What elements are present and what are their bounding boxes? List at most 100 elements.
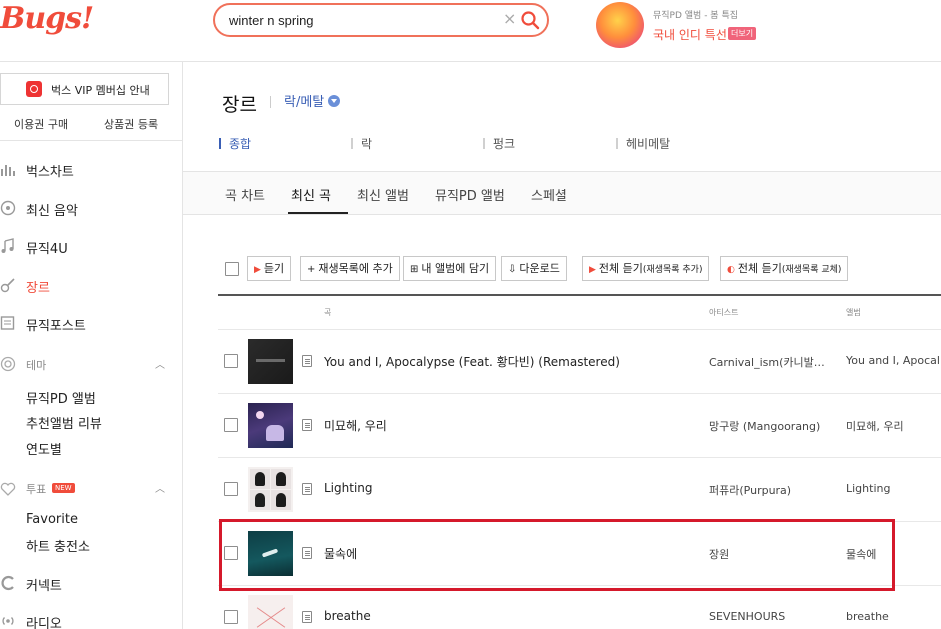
track-album[interactable]: Lighting (846, 482, 890, 495)
search-icon[interactable] (520, 10, 540, 30)
divider (0, 140, 183, 141)
column-album: 앨범 (846, 308, 861, 317)
bugs-logo[interactable]: Bugs! (0, 1, 94, 36)
album-thumbnail[interactable] (248, 467, 293, 512)
promo-subtitle: 뮤직PD 앨범 - 봄 특집 (653, 11, 739, 21)
chevron-down-icon[interactable] (328, 95, 341, 107)
download-button[interactable]: ⇩ 다운로드 (501, 256, 567, 281)
column-artist: 아티스트 (709, 308, 739, 317)
disc-icon (0, 200, 16, 216)
add-to-my-album-button[interactable]: ⊞ 내 앨범에 담기 (403, 256, 497, 281)
select-all-checkbox[interactable] (225, 262, 239, 276)
track-album[interactable]: You and I, Apocal… (846, 354, 941, 367)
table-row[interactable]: 미묘해, 우리 망구랑 (Mangoorang) 미묘해, 우리 (218, 394, 941, 458)
buy-ticket-link[interactable]: 이용권 구매 (14, 116, 68, 132)
vote-item-heart-charge[interactable]: 하트 충전소 (26, 536, 90, 555)
row-checkbox[interactable] (224, 354, 238, 368)
track-artist[interactable]: SEVENHOURS (709, 610, 785, 623)
row-checkbox[interactable] (224, 482, 238, 496)
lyrics-icon[interactable] (302, 611, 312, 623)
theme-item-musicpd-album[interactable]: 뮤직PD 앨범 (26, 388, 96, 407)
subtab-punk[interactable]: 펑크 (493, 135, 515, 152)
table-row[interactable]: You and I, Apocalypse (Feat. 황다빈) (Remas… (218, 330, 941, 394)
sidebar-item-chart[interactable]: 벅스차트 (0, 158, 183, 182)
genre-selector-label: 락/메탈 (284, 95, 325, 110)
subtab-all[interactable]: 종합 (229, 135, 251, 152)
search-input[interactable] (229, 11, 499, 29)
play-icon: ▶ (589, 265, 596, 275)
subtab-rock[interactable]: 락 (361, 135, 372, 152)
sidebar-item-label: 벅스차트 (26, 165, 74, 180)
subtab-heavy-metal[interactable]: 헤비메탈 (626, 135, 670, 152)
row-checkbox[interactable] (224, 610, 238, 624)
collapse-chevron-icon[interactable]: ︿ (155, 356, 165, 371)
play-all-replace-button[interactable]: ◐ 전체 듣기(재생목록 교체) (720, 256, 849, 281)
tab-latest-songs[interactable]: 최신 곡 (291, 185, 331, 204)
sidebar-item-label: 뮤직4U (26, 242, 68, 257)
track-title[interactable]: Lighting (324, 481, 373, 495)
lyrics-icon[interactable] (302, 355, 312, 367)
album-thumbnail[interactable] (248, 403, 293, 448)
theme-section-header[interactable]: 테마 ︿ (0, 354, 170, 374)
sidebar-item-musicpost[interactable]: 뮤직포스트 (0, 312, 183, 336)
promo-artwork (596, 2, 644, 48)
row-checkbox[interactable] (224, 418, 238, 432)
track-artist[interactable]: Carnival_ism(카니발… (709, 354, 825, 370)
vote-section-header[interactable]: 투표 NEW ︿ (0, 478, 170, 498)
gift-card-link[interactable]: 상품권 등록 (104, 116, 158, 132)
table-row[interactable]: breathe SEVENHOURS breathe (218, 586, 941, 629)
clear-search-icon[interactable]: × (503, 9, 516, 28)
sidebar-item-label: 장르 (26, 281, 50, 296)
sidebar-item-connect[interactable]: 커넥트 (0, 572, 183, 596)
sidebar-item-label: 최신 음악 (26, 204, 78, 219)
vip-membership-button[interactable]: 벅스 VIP 멤버십 안내 (0, 73, 169, 105)
track-album[interactable]: 미묘해, 우리 (846, 418, 904, 434)
tab-latest-albums[interactable]: 최신 앨범 (357, 185, 409, 204)
theme-item-album-review[interactable]: 추천앨범 리뷰 (26, 413, 102, 432)
highlight-box (219, 519, 895, 591)
promo-banner[interactable]: 뮤직PD 앨범 - 봄 특집 국내 인디 특선 더보기 (596, 2, 796, 50)
vote-item-favorite[interactable]: Favorite (26, 512, 78, 527)
lyrics-icon[interactable] (302, 483, 312, 495)
add-to-playlist-button[interactable]: + 재생목록에 추가 (300, 256, 400, 281)
listen-button[interactable]: ▶ 듣기 (247, 256, 292, 281)
download-icon: ⇩ (508, 264, 517, 275)
track-table-header: 곡 아티스트 앨범 (218, 294, 941, 330)
lyrics-icon[interactable] (302, 419, 312, 431)
collapse-chevron-icon[interactable]: ︿ (155, 480, 165, 495)
sidebar-item-music4u[interactable]: 뮤직4U (0, 235, 183, 259)
play-all-replace-label: 전체 듣기 (737, 262, 782, 275)
search-box[interactable]: × (213, 3, 549, 37)
sidebar-item-radio[interactable]: 라디오 (0, 610, 183, 629)
vip-icon (26, 81, 42, 97)
track-title[interactable]: You and I, Apocalypse (Feat. 황다빈) (Remas… (324, 353, 620, 370)
track-album[interactable]: breathe (846, 610, 889, 623)
top-header: Bugs! × 뮤직PD 앨범 - 봄 특집 국내 인디 특선 더보기 (0, 0, 941, 62)
tab-song-chart[interactable]: 곡 차트 (225, 185, 265, 204)
table-row[interactable]: Lighting 퍼퓨라(Purpura) Lighting (218, 458, 941, 522)
tab-musicpd-albums[interactable]: 뮤직PD 앨범 (435, 185, 505, 204)
theme-icon (0, 356, 16, 372)
sidebar-item-genre[interactable]: 장르 (0, 274, 183, 298)
column-song: 곡 (324, 308, 332, 317)
subtab-divider (616, 138, 618, 149)
subtab-divider (219, 138, 221, 149)
track-artist[interactable]: 망구랑 (Mangoorang) (709, 418, 820, 434)
track-artist[interactable]: 퍼퓨라(Purpura) (709, 482, 791, 498)
sidebar-item-label: 커넥트 (26, 579, 62, 594)
track-title[interactable]: breathe (324, 609, 371, 623)
album-thumbnail[interactable] (248, 339, 293, 384)
vote-label: 투표 (26, 483, 47, 496)
play-all-replace-sublabel: (재생목록 교체) (781, 265, 842, 275)
promo-title[interactable]: 국내 인디 특선 (653, 26, 727, 43)
track-title[interactable]: 미묘해, 우리 (324, 417, 387, 434)
album-thumbnail[interactable] (248, 595, 293, 629)
tab-special[interactable]: 스페셜 (531, 185, 567, 204)
sidebar-item-new-music[interactable]: 최신 음악 (0, 197, 183, 221)
listen-button-label: 듣기 (263, 262, 285, 275)
play-all-add-button[interactable]: ▶ 전체 듣기(재생목록 추가) (582, 256, 710, 281)
promo-more-badge[interactable]: 더보기 (728, 27, 757, 40)
album-add-icon: ⊞ (410, 264, 419, 275)
genre-selector[interactable]: 락/메탈 (284, 91, 341, 110)
theme-item-by-year[interactable]: 연도별 (26, 439, 62, 458)
